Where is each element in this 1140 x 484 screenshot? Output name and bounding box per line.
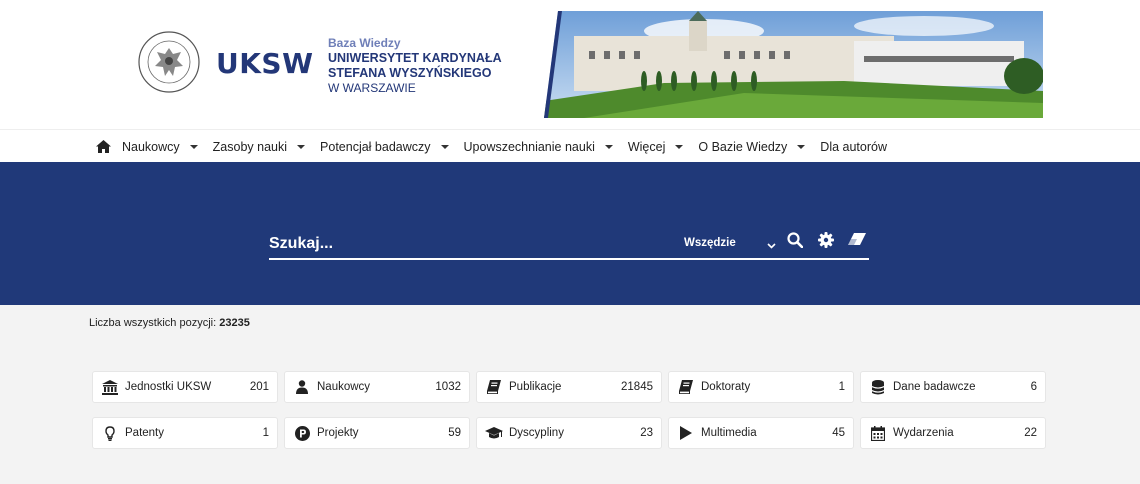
nav-item-label: Zasoby nauki [212,139,288,154]
category-label: Naukowcy [317,381,371,393]
category-grid: Jednostki UKSW 201 Naukowcy 1032 Publika… [92,371,1047,449]
university-icon [101,379,119,395]
category-count: 1 [262,427,269,439]
brand-sub-line3: STEFANA WYSZYŃSKIEGO [328,66,492,80]
brand-wordmark[interactable]: UKSW [216,47,313,80]
search-icon[interactable] [787,232,805,250]
category-label: Dyscypliny [509,427,564,439]
main-navbar: Naukowcy Zasoby nauki Potencjał badawczy… [0,129,1140,162]
university-seal-logo[interactable] [137,30,201,94]
play-icon [677,425,695,441]
category-count: 6 [1030,381,1037,393]
search-hero: Wszędzie [0,162,1140,305]
category-count: 21845 [621,381,653,393]
category-card-jednostki[interactable]: Jednostki UKSW 201 [92,371,278,403]
nav-item-label: Naukowcy [122,139,180,154]
database-icon [869,379,887,395]
eraser-icon[interactable] [847,232,866,250]
nav-item-naukowcy[interactable]: Naukowcy [122,140,198,154]
total-count-value: 23235 [219,317,250,329]
caret-down-icon [440,144,449,149]
search-bar: Wszędzie [269,228,869,260]
category-card-multimedia[interactable]: Multimedia 45 [668,417,854,449]
category-count: 1 [838,381,845,393]
category-count: 23 [640,427,653,439]
nav-item-potencjal-badawczy[interactable]: Potencjał badawczy [320,139,449,154]
nav-item-wiecej[interactable]: Więcej [628,140,684,154]
category-label: Wydarzenia [893,427,954,439]
nav-item-zasoby-nauki[interactable]: Zasoby nauki [212,139,306,154]
caret-down-icon [797,144,806,149]
category-card-naukowcy[interactable]: Naukowcy 1032 [284,371,470,403]
book-icon [677,379,695,395]
book-icon [485,379,503,395]
total-count-line: Liczba wszystkich pozycji: 23235 [89,317,250,329]
category-label: Doktoraty [701,381,751,393]
gear-icon[interactable] [818,232,836,250]
nav-item-upowszechnianie-nauki[interactable]: Upowszechnianie nauki [464,140,613,154]
category-label: Jednostki UKSW [125,381,212,393]
brand-sub-line4: W WARSZAWIE [328,81,416,95]
chevron-down-icon[interactable] [767,237,776,255]
home-icon[interactable] [96,139,112,155]
category-card-patenty[interactable]: Patenty 1 [92,417,278,449]
nav-item-label: Upowszechnianie nauki [463,139,595,154]
total-count-label: Liczba wszystkich pozycji: [89,317,217,329]
search-input[interactable] [269,234,669,254]
nav-item-label: O Bazie Wiedzy [698,139,788,154]
nav-item-label: Dla autorów [820,139,887,154]
project-p-icon [293,425,311,441]
category-label: Publikacje [509,381,562,393]
category-card-wydarzenia[interactable]: Wydarzenia 22 [860,417,1046,449]
category-label: Multimedia [701,427,757,439]
lightbulb-icon [101,425,119,441]
category-card-dane-badawcze[interactable]: Dane badawcze 6 [860,371,1046,403]
brand-subtitle: Baza Wiedzy UNIWERSYTET KARDYNAŁA STEFAN… [328,36,502,96]
nav-item-label: Więcej [627,139,666,154]
category-label: Projekty [317,427,359,439]
nav-item-label: Potencjał badawczy [320,139,431,154]
category-card-projekty[interactable]: Projekty 59 [284,417,470,449]
main-nav: Naukowcy Zasoby nauki Potencjał badawczy… [96,130,902,163]
site-header: UKSW Baza Wiedzy UNIWERSYTET KARDYNAŁA S… [0,0,1140,129]
search-scope-select[interactable]: Wszędzie [684,237,736,249]
category-count: 22 [1024,427,1037,439]
caret-down-icon [604,144,613,149]
category-count: 1032 [435,381,461,393]
caret-down-icon [189,144,198,149]
campus-photo [544,11,1043,118]
caret-down-icon [675,144,684,149]
category-count: 201 [249,381,269,393]
category-card-dyscypliny[interactable]: Dyscypliny 23 [476,417,662,449]
caret-down-icon [297,144,306,149]
category-label: Patenty [125,427,164,439]
brand-sub-line2: UNIWERSYTET KARDYNAŁA [328,51,502,65]
user-icon [293,379,311,395]
nav-item-dla-autorow[interactable]: Dla autorów [820,140,887,154]
category-count: 59 [448,427,461,439]
calendar-icon [869,425,887,441]
category-label: Dane badawcze [893,381,976,393]
brand-sub-line1: Baza Wiedzy [328,36,401,50]
graduation-cap-icon [485,425,503,441]
category-count: 45 [832,427,845,439]
nav-item-o-bazie-wiedzy[interactable]: O Bazie Wiedzy [698,139,806,154]
category-card-doktoraty[interactable]: Doktoraty 1 [668,371,854,403]
category-card-publikacje[interactable]: Publikacje 21845 [476,371,662,403]
